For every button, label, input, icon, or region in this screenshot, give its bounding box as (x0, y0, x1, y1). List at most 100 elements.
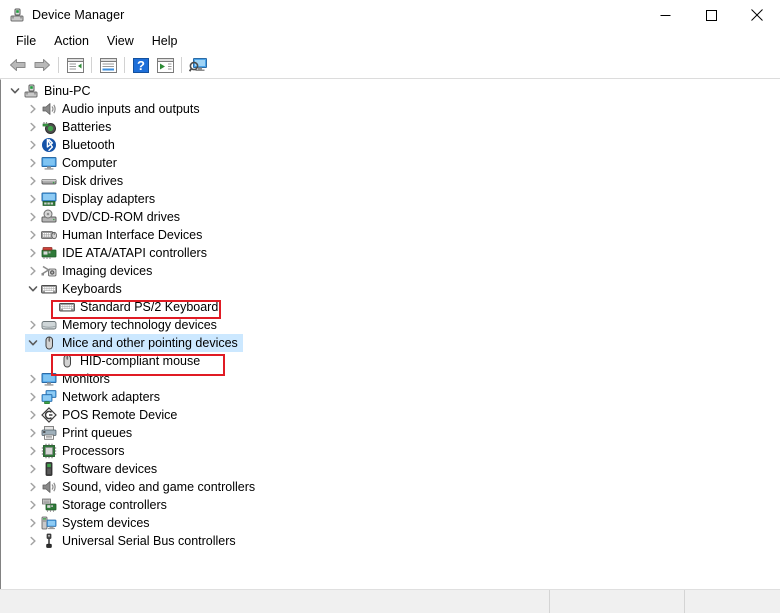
speaker-icon (41, 101, 57, 117)
usb-icon (41, 533, 57, 549)
tree-row-ide-ata-atapi-controllers[interactable]: IDE ATA/ATAPI controllers (1, 244, 780, 262)
tree-row-label: Display adapters (62, 191, 155, 207)
show-hide-console-tree-icon[interactable] (63, 54, 87, 76)
tree-row-dvd-cd-rom-drives[interactable]: DVD/CD-ROM drives (1, 208, 780, 226)
device-tree-panel[interactable]: Binu-PCAudio inputs and outputsBatteries… (0, 79, 780, 589)
menu-help[interactable]: Help (143, 32, 187, 51)
tree-row-monitors[interactable]: Monitors (1, 370, 780, 388)
twisty-collapsed-icon[interactable] (25, 118, 41, 136)
camera-icon (41, 263, 57, 279)
tree-row-standard-ps-2-keyboard[interactable]: Standard PS/2 Keyboard (1, 298, 780, 316)
menu-view[interactable]: View (98, 32, 143, 51)
keyboard-icon (41, 281, 57, 297)
twisty-collapsed-icon[interactable] (25, 316, 41, 334)
tree-row-memory-technology-devices[interactable]: Memory technology devices (1, 316, 780, 334)
twisty-collapsed-icon[interactable] (25, 262, 41, 280)
window-title: Device Manager (32, 8, 124, 22)
hid-icon (41, 227, 57, 243)
tree-row-universal-serial-bus-controllers[interactable]: Universal Serial Bus controllers (1, 532, 780, 550)
twisty-collapsed-icon[interactable] (25, 100, 41, 118)
tree-row-bluetooth[interactable]: Bluetooth (1, 136, 780, 154)
toolbar-separator (58, 57, 59, 73)
twisty-collapsed-icon[interactable] (25, 442, 41, 460)
tree-row-label: Bluetooth (62, 137, 115, 153)
twisty-collapsed-icon[interactable] (25, 208, 41, 226)
tree-row-label: Computer (62, 155, 117, 171)
tree-row-hid-compliant-mouse[interactable]: HID-compliant mouse (1, 352, 780, 370)
twisty-collapsed-icon[interactable] (25, 190, 41, 208)
tree-row-display-adapters[interactable]: Display adapters (1, 190, 780, 208)
toolbar-separator (181, 57, 182, 73)
twisty-collapsed-icon[interactable] (25, 172, 41, 190)
tree-row-root[interactable]: Binu-PC (1, 82, 780, 100)
twisty-collapsed-icon[interactable] (25, 496, 41, 514)
tree-row-label: Storage controllers (62, 497, 167, 513)
tree-row-imaging-devices[interactable]: Imaging devices (1, 262, 780, 280)
twisty-collapsed-icon[interactable] (25, 388, 41, 406)
monitor-icon (41, 155, 57, 171)
forward-arrow-icon[interactable] (30, 54, 54, 76)
properties-icon[interactable] (96, 54, 120, 76)
tree-row-storage-controllers[interactable]: Storage controllers (1, 496, 780, 514)
tree-row-processors[interactable]: Processors (1, 442, 780, 460)
tree-row-computer[interactable]: Computer (1, 154, 780, 172)
twisty-collapsed-icon[interactable] (25, 154, 41, 172)
ide-controller-icon (41, 245, 57, 261)
update-driver-icon[interactable] (153, 54, 177, 76)
tree-row-software-devices[interactable]: Software devices (1, 460, 780, 478)
tree-row-mice-and-other-pointing-devices[interactable]: Mice and other pointing devices (1, 334, 780, 352)
tree-row-label: Binu-PC (44, 83, 91, 99)
status-bar (0, 589, 780, 613)
processor-icon (41, 443, 57, 459)
menu-bar: File Action View Help (0, 30, 780, 52)
twisty-expanded-icon[interactable] (25, 280, 41, 298)
tree-row-batteries[interactable]: Batteries (1, 118, 780, 136)
tree-row-pos-remote-device[interactable]: POS Remote Device (1, 406, 780, 424)
menu-action[interactable]: Action (45, 32, 98, 51)
display-adapter-icon (41, 191, 57, 207)
twisty-collapsed-icon[interactable] (25, 370, 41, 388)
system-device-icon (41, 515, 57, 531)
twisty-expanded-icon[interactable] (7, 82, 23, 100)
computer-tower-icon (23, 83, 39, 99)
scan-for-hardware-changes-icon[interactable] (186, 54, 210, 76)
help-icon[interactable]: ? (129, 54, 153, 76)
tree-row-disk-drives[interactable]: Disk drives (1, 172, 780, 190)
twisty-collapsed-icon[interactable] (25, 478, 41, 496)
maximize-button[interactable] (688, 0, 734, 30)
twisty-collapsed-icon[interactable] (25, 460, 41, 478)
twisty-collapsed-icon[interactable] (25, 514, 41, 532)
battery-icon (41, 119, 57, 135)
close-button[interactable] (734, 0, 780, 30)
disk-drive-icon (41, 173, 57, 189)
twisty-expanded-icon[interactable] (25, 334, 41, 352)
mouse-icon (41, 335, 57, 351)
status-pane-main (0, 590, 550, 613)
tree-row-label: POS Remote Device (62, 407, 177, 423)
tree-row-label: Disk drives (62, 173, 123, 189)
twisty-collapsed-icon[interactable] (25, 424, 41, 442)
device-tree[interactable]: Binu-PCAudio inputs and outputsBatteries… (1, 80, 780, 550)
tree-row-sound-video-and-game-controllers[interactable]: Sound, video and game controllers (1, 478, 780, 496)
back-arrow-icon[interactable] (6, 54, 30, 76)
tree-row-human-interface-devices[interactable]: Human Interface Devices (1, 226, 780, 244)
tree-row-network-adapters[interactable]: Network adapters (1, 388, 780, 406)
printer-icon (41, 425, 57, 441)
twisty-collapsed-icon[interactable] (25, 244, 41, 262)
minimize-button[interactable] (642, 0, 688, 30)
tree-row-label: System devices (62, 515, 150, 531)
tree-row-system-devices[interactable]: System devices (1, 514, 780, 532)
tree-row-label: Processors (62, 443, 125, 459)
twisty-collapsed-icon[interactable] (25, 226, 41, 244)
storage-controller-icon (41, 497, 57, 513)
tree-row-label: Universal Serial Bus controllers (62, 533, 236, 549)
twisty-collapsed-icon[interactable] (25, 406, 41, 424)
twisty-collapsed-icon[interactable] (25, 532, 41, 550)
tree-row-print-queues[interactable]: Print queues (1, 424, 780, 442)
tree-row-audio-inputs-and-outputs[interactable]: Audio inputs and outputs (1, 100, 780, 118)
tree-row-label: Standard PS/2 Keyboard (80, 299, 218, 315)
twisty-collapsed-icon[interactable] (25, 136, 41, 154)
menu-file[interactable]: File (7, 32, 45, 51)
device-manager-window: Device Manager File Action View Help (0, 0, 780, 613)
tree-row-keyboards[interactable]: Keyboards (1, 280, 780, 298)
